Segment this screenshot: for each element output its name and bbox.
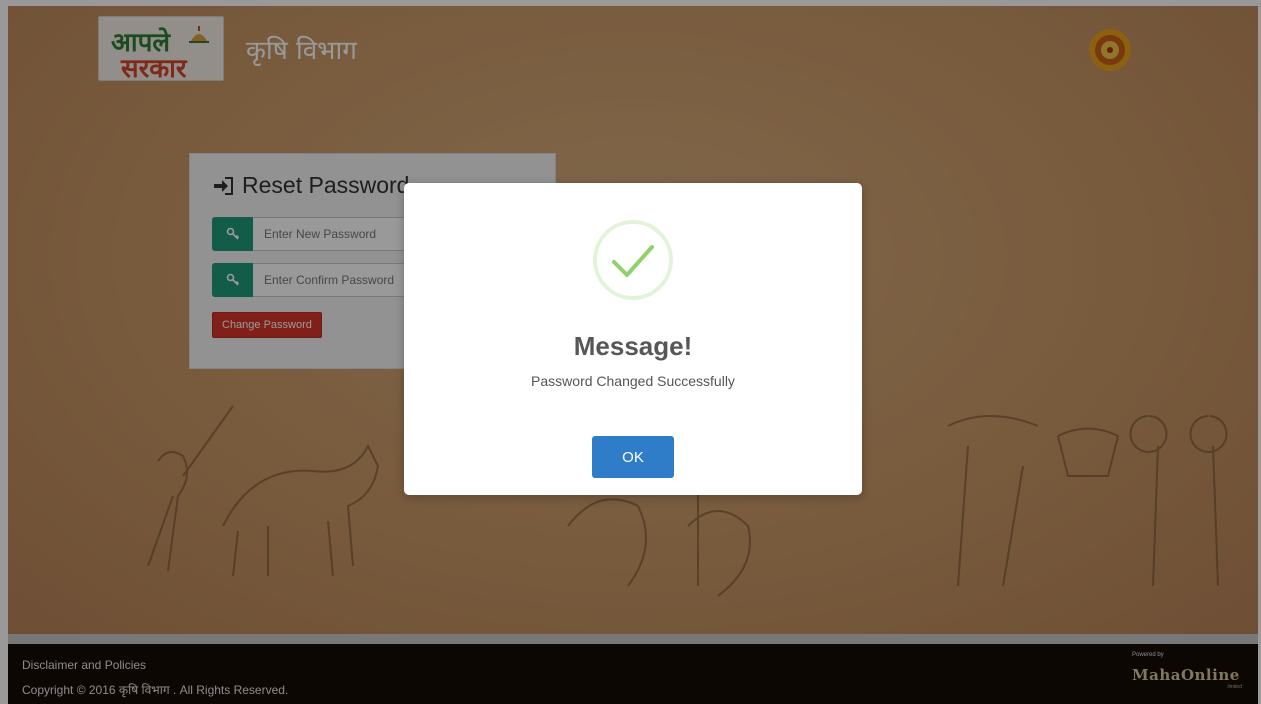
success-check-icon	[593, 220, 673, 300]
dialog-message: Password Changed Successfully	[531, 373, 735, 389]
success-dialog: Message! Password Changed Successfully O…	[404, 183, 862, 495]
page: आपले सरकार कृषि विभाग Reset Password Cha…	[0, 0, 1261, 704]
ok-button[interactable]: OK	[592, 436, 674, 478]
dialog-title: Message!	[573, 331, 693, 361]
